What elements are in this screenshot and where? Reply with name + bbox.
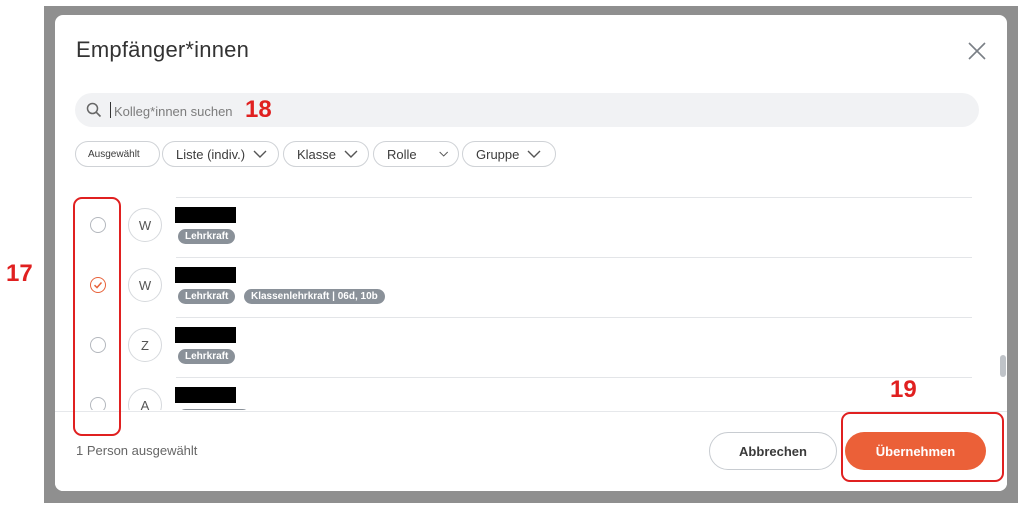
list-divider bbox=[176, 197, 972, 198]
filter-group[interactable]: Gruppe bbox=[462, 141, 556, 167]
filter-class[interactable]: Klasse bbox=[283, 141, 369, 167]
filter-role-label: Rolle bbox=[387, 146, 417, 162]
filter-class-label: Klasse bbox=[297, 146, 337, 162]
role-badge: Lehrkraft bbox=[178, 289, 236, 304]
avatar: A bbox=[128, 388, 162, 410]
list-divider bbox=[176, 377, 972, 378]
search-icon bbox=[86, 102, 102, 118]
redacted-name bbox=[175, 387, 236, 403]
avatar: Z bbox=[128, 328, 162, 362]
close-button[interactable] bbox=[966, 40, 988, 62]
list-divider bbox=[176, 257, 972, 258]
filter-selected-label: Ausgewählt bbox=[88, 148, 140, 160]
avatar: W bbox=[128, 208, 162, 242]
scrollbar[interactable] bbox=[1000, 355, 1006, 377]
search-bar[interactable] bbox=[75, 93, 979, 129]
redacted-name bbox=[175, 267, 236, 283]
chevron-down-icon bbox=[438, 151, 448, 157]
chevron-down-icon bbox=[527, 150, 541, 158]
list-item[interactable]: A bbox=[55, 387, 985, 410]
close-icon[interactable] bbox=[966, 40, 988, 62]
annotation-label-17: 17 bbox=[6, 260, 33, 287]
filter-role[interactable]: Rolle bbox=[373, 141, 459, 167]
search-input[interactable] bbox=[112, 93, 956, 129]
annotation-label-18: 18 bbox=[245, 96, 272, 123]
role-badge bbox=[178, 409, 250, 410]
dialog-title: Empfänger*innen bbox=[76, 37, 250, 62]
redacted-name bbox=[175, 207, 236, 223]
people-list[interactable]: W Lehrkraft W Lehrkraft Klassenlehrkraft… bbox=[55, 195, 1007, 410]
filter-selected[interactable]: Ausgewählt bbox=[75, 141, 160, 167]
avatar: W bbox=[128, 268, 162, 302]
annotation-label-19: 19 bbox=[890, 376, 917, 403]
class-teacher-badge: Klassenlehrkraft | 06d, 10b bbox=[244, 289, 385, 304]
list-item[interactable]: Z Lehrkraft bbox=[55, 327, 985, 387]
filter-list[interactable]: Liste (indiv.) bbox=[162, 141, 279, 167]
annotation-box-19 bbox=[841, 412, 1004, 482]
text-caret bbox=[110, 102, 111, 118]
role-badge: Lehrkraft bbox=[178, 349, 236, 364]
selected-count: 1 Person ausgewählt bbox=[76, 443, 198, 458]
redacted-name bbox=[175, 327, 236, 343]
annotation-box-17 bbox=[73, 197, 121, 436]
filter-list-label: Liste (indiv.) bbox=[176, 146, 246, 162]
cancel-button[interactable]: Abbrechen bbox=[709, 432, 837, 470]
filter-group-label: Gruppe bbox=[476, 146, 520, 162]
role-badge: Lehrkraft bbox=[178, 229, 236, 244]
chevron-down-icon bbox=[253, 150, 267, 158]
list-item[interactable]: W Lehrkraft Klassenlehrkraft | 06d, 10b bbox=[55, 267, 985, 327]
list-divider bbox=[176, 317, 972, 318]
list-item[interactable]: W Lehrkraft bbox=[55, 207, 985, 267]
chevron-down-icon bbox=[344, 150, 358, 158]
